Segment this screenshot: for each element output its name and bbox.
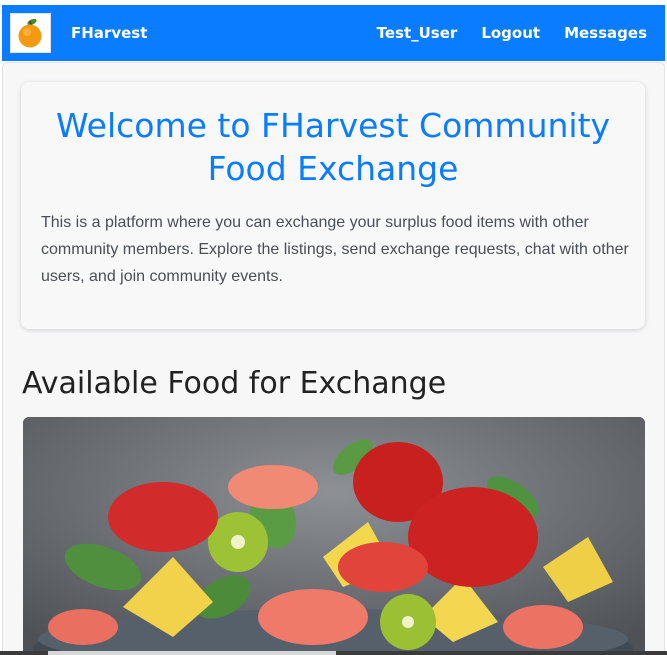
nav-link-user[interactable]: Test_User [377,24,458,42]
nav-link-messages[interactable]: Messages [564,24,647,42]
welcome-description: This is a platform where you can exchang… [41,214,629,285]
welcome-card: Welcome to FHarvest Community Food Excha… [21,82,645,329]
nav-link-logout[interactable]: Logout [481,24,540,42]
available-food-heading: Available Food for Exchange [22,366,447,401]
nav-links: Test_User Logout Messages [377,5,647,61]
bottom-scrollbar-thumb[interactable] [48,651,336,655]
navbar: FHarvest Test_User Logout Messages [2,5,665,61]
brand-link[interactable]: FHarvest [71,5,147,61]
orange-icon[interactable] [10,13,51,53]
welcome-title: Welcome to FHarvest Community Food Excha… [55,106,611,188]
food-listing-image[interactable] [23,417,645,654]
main-content: Welcome to FHarvest Community Food Excha… [2,62,665,655]
